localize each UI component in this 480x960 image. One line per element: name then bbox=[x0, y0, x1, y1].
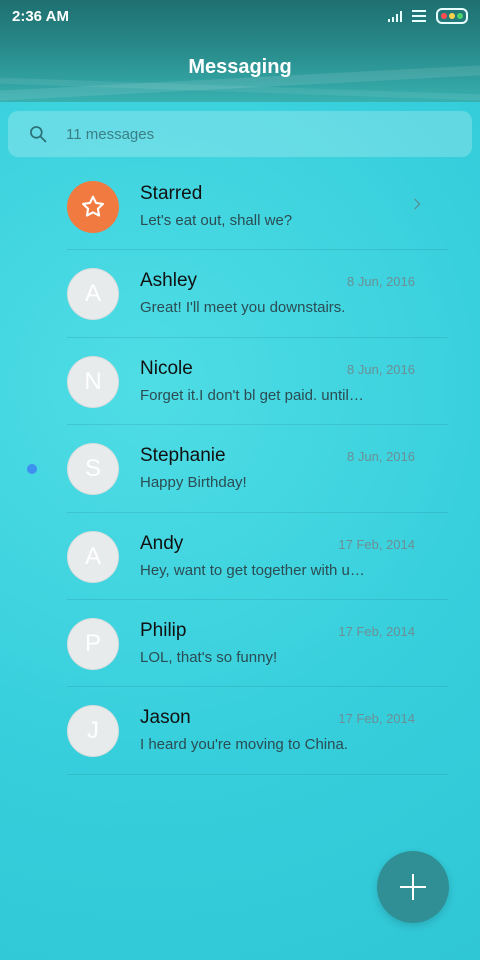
avatar: A bbox=[67, 530, 119, 583]
avatar: N bbox=[67, 355, 119, 408]
unread-indicator bbox=[27, 464, 37, 475]
conversation-item-starred[interactable]: Starred Let's eat out, shall we? bbox=[0, 163, 480, 251]
conversation-preview: Hey, want to get together with us tonigh… bbox=[140, 561, 365, 579]
conversation-item-ashley[interactable]: A Ashley Great! I'll meet you downstairs… bbox=[0, 250, 480, 338]
status-time: 2:36 AM bbox=[12, 8, 69, 25]
avatar: J bbox=[67, 705, 119, 758]
conversation-date: 17 Feb, 2014 bbox=[338, 536, 415, 552]
avatar: P bbox=[67, 617, 119, 670]
conversation-item-philip[interactable]: P Philip LOL, that's so funny! 17 Feb, 2… bbox=[0, 600, 480, 688]
conversation-preview: LOL, that's so funny! bbox=[140, 648, 278, 666]
conversation-name: Philip bbox=[140, 619, 187, 641]
search-icon bbox=[30, 126, 47, 143]
conversation-date: 8 Jun, 2016 bbox=[347, 449, 415, 465]
compose-button[interactable] bbox=[377, 851, 449, 923]
conversation-name: Starred bbox=[140, 183, 203, 204]
conversation-preview: Great! I'll meet you downstairs. bbox=[140, 299, 346, 317]
search-bar[interactable]: 11 messages bbox=[8, 111, 472, 157]
status-icons bbox=[388, 8, 468, 24]
conversation-item-stephanie[interactable]: S Stephanie Happy Birthday! 8 Jun, 2016 bbox=[0, 425, 480, 513]
avatar: S bbox=[67, 443, 119, 496]
conversation-item-jason[interactable]: J Jason I heard you're moving to China. … bbox=[0, 687, 480, 775]
conversation-name: Nicole bbox=[140, 357, 193, 379]
conversation-name: Andy bbox=[140, 532, 184, 554]
conversation-date: 8 Jun, 2016 bbox=[347, 361, 415, 377]
plus-icon bbox=[412, 874, 414, 900]
conversation-item-andy[interactable]: A Andy Hey, want to get together with us… bbox=[0, 513, 480, 600]
status-bar: 2:36 AM bbox=[0, 0, 480, 34]
page-title: Messaging bbox=[188, 56, 292, 78]
conversation-item-nicole[interactable]: N Nicole Forget it.I don't bl get paid. … bbox=[0, 338, 480, 426]
conversation-name: Jason bbox=[140, 707, 191, 729]
conversation-list: Starred Let's eat out, shall we? A Ashle… bbox=[0, 163, 480, 775]
divider bbox=[67, 773, 448, 775]
conversation-preview: Happy Birthday! bbox=[140, 474, 247, 492]
conversation-date: 17 Feb, 2014 bbox=[338, 623, 415, 639]
header: 2:36 AM Messaging bbox=[0, 0, 480, 102]
conversation-preview: Forget it.I don't bl get paid. until nex… bbox=[140, 386, 365, 404]
avatar: A bbox=[67, 268, 119, 321]
star-icon bbox=[82, 195, 104, 217]
battery-icon bbox=[436, 8, 468, 24]
conversation-date: 17 Feb, 2014 bbox=[338, 711, 415, 727]
chevron-right-icon bbox=[414, 198, 421, 210]
signal-icon bbox=[388, 10, 402, 22]
conversation-date: 8 Jun, 2016 bbox=[347, 274, 415, 290]
conversation-name: Stephanie bbox=[140, 445, 226, 467]
conversation-name: Ashley bbox=[140, 270, 198, 292]
menu-icon bbox=[412, 10, 426, 22]
conversation-preview: Let's eat out, shall we? bbox=[140, 212, 293, 229]
search-input[interactable]: 11 messages bbox=[66, 126, 154, 143]
avatar bbox=[67, 181, 119, 233]
conversation-preview: I heard you're moving to China. bbox=[140, 736, 348, 754]
